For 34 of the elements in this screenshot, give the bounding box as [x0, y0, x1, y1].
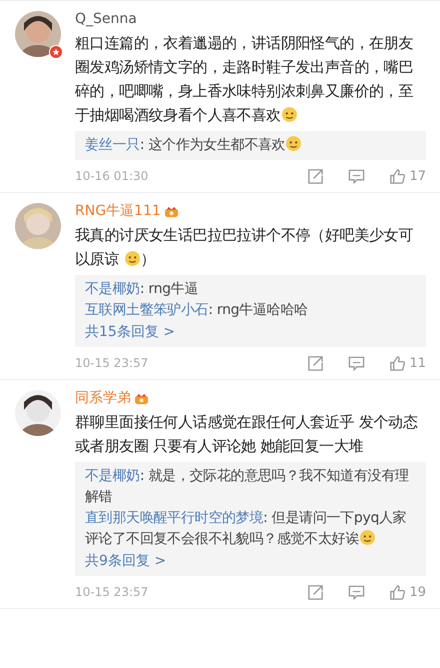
like-count: 17 [409, 168, 426, 184]
comment-text: 粗口连篇的，衣着邋遢的，讲话阴阳怪气的，在朋友圈发鸡汤矫情文字的，走路时鞋子发出声音的，嘴巴碎的，吧唧嘴，身上香水味特别浓刺鼻又廉价的，至于抽烟喝酒纹身看个人喜不喜欢 [75, 33, 414, 126]
emoji-icon [359, 529, 376, 546]
crown-icon [134, 392, 149, 404]
emoji-icon [285, 135, 302, 152]
thumbs-up-icon[interactable] [389, 354, 406, 372]
emoji-icon [280, 106, 298, 123]
comment-text: 群聊里面接任何人话感觉在跟任何人套近乎 发个动态或者朋友圈 只要有人评论她 她能回复一大堆 [75, 412, 419, 457]
reply-text: 不是椰奶: rng牛逼 [85, 280, 198, 299]
comment-icon[interactable] [348, 168, 366, 184]
share-icon[interactable] [307, 584, 324, 600]
timestamp: 10-15 23:57 [75, 356, 150, 370]
comment-icon[interactable] [348, 584, 366, 600]
user-name[interactable]: Q_Senna [75, 11, 137, 27]
reply-text: 不是椰奶: 就是，交际花的意思吗？我不知道有没有理解错 [85, 467, 410, 507]
more-replies-link[interactable]: 共15条回复 > [85, 321, 175, 343]
thumbs-up-icon[interactable] [389, 168, 406, 184]
like-count: 11 [409, 356, 426, 370]
like-count: 19 [409, 584, 426, 600]
emoji-icon [124, 250, 141, 267]
timestamp: 10-16 01:30 [75, 169, 150, 183]
comment-icon[interactable] [348, 354, 366, 372]
crown-icon [164, 204, 179, 218]
reply-text: 直到那天唤醒平行时空的梦境: 但是请问一下pyq人家评论了不回复不会很不礼貌吗？感觉不太好诶 [85, 509, 408, 549]
share-icon[interactable] [307, 354, 324, 372]
user-name[interactable]: RNG牛逼111 [75, 202, 161, 220]
share-icon[interactable] [307, 168, 324, 184]
more-replies-link[interactable]: 共9条回复 > [85, 550, 166, 572]
thumbs-up-icon[interactable] [389, 584, 406, 600]
reply-text: 姜丝一只: 这个作为女生都不喜欢 [85, 135, 302, 156]
comment-text: 我真的讨厌女生话巴拉巴拉讲个不停（好吧美少女可以原谅 ） [75, 225, 414, 270]
timestamp: 10-15 23:57 [75, 585, 150, 599]
user-name[interactable]: 同系学弟 [75, 389, 131, 407]
reply-text: 互联网土鳖笨驴小石: rng牛逼哈哈哈 [85, 301, 308, 320]
